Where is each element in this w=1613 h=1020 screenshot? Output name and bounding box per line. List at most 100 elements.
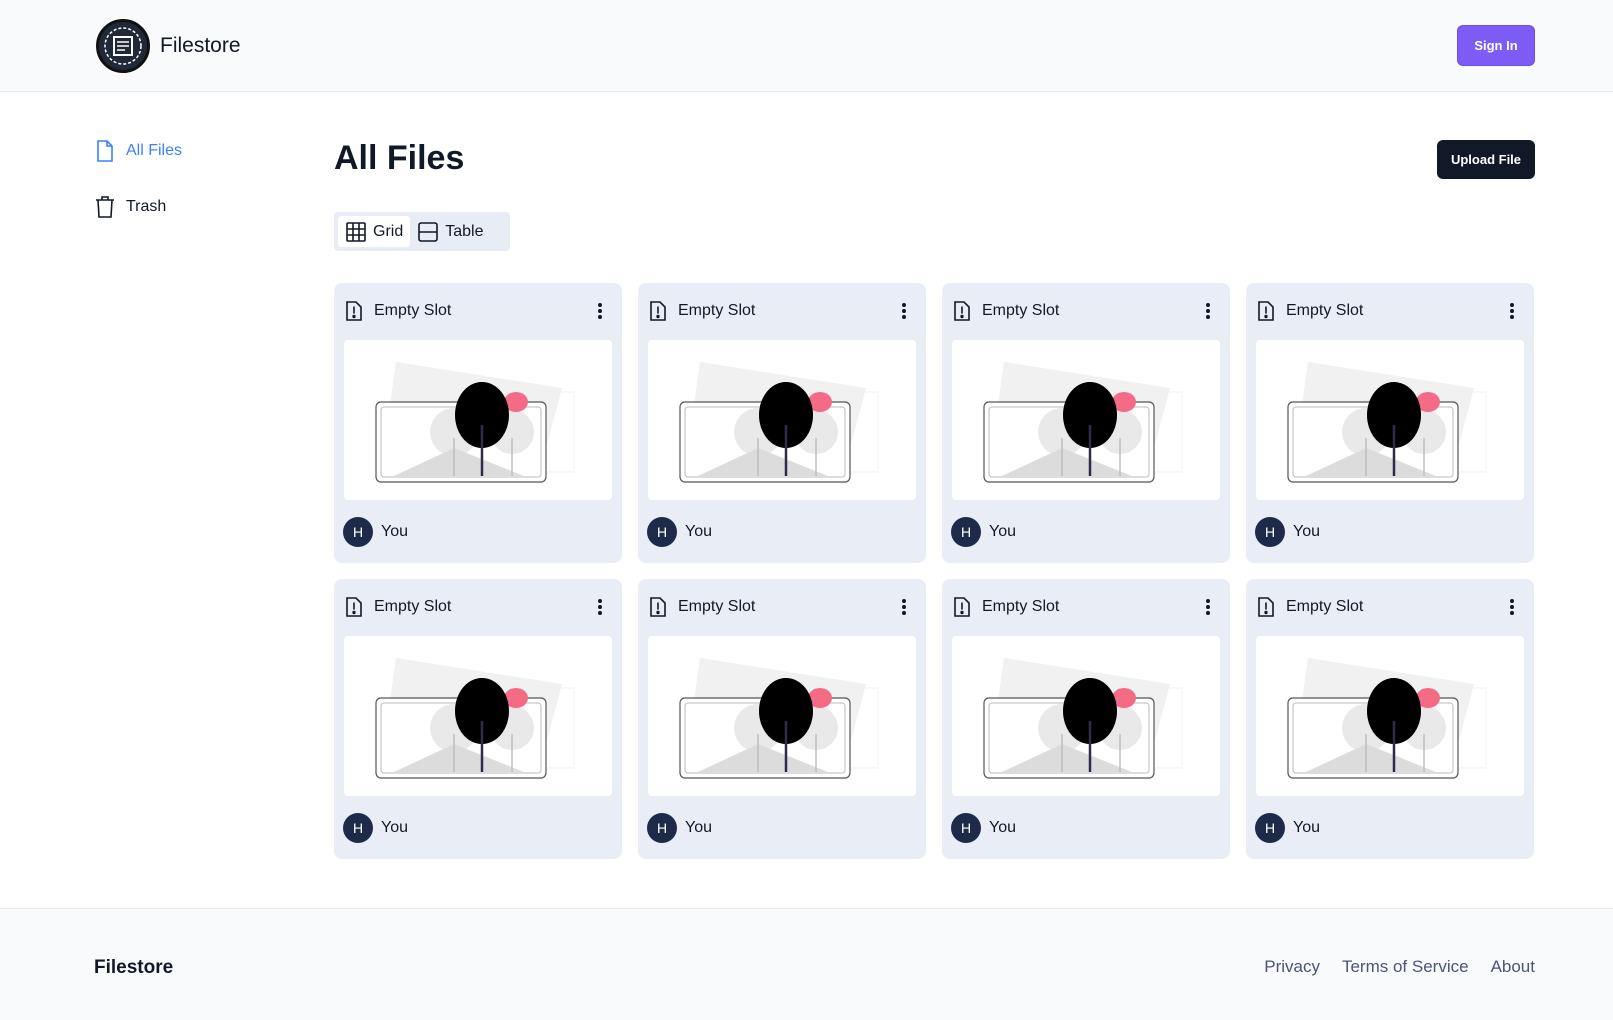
card-owner: H You — [1255, 813, 1320, 843]
grid-view-button[interactable]: Grid — [338, 216, 411, 247]
logo-icon — [96, 19, 150, 73]
file-card[interactable]: Empty Slot H You — [942, 579, 1230, 859]
file-card[interactable]: Empty Slot H You — [1246, 579, 1534, 859]
grid-view-label: Grid — [373, 222, 404, 240]
avatar: H — [1255, 517, 1285, 547]
more-options-icon[interactable] — [588, 299, 612, 323]
file-card[interactable]: Empty Slot H You — [334, 579, 622, 859]
empty-placeholder-image — [1256, 340, 1524, 500]
owner-name: You — [989, 819, 1016, 836]
card-owner: H You — [343, 813, 408, 843]
card-header: Empty Slot — [344, 298, 612, 324]
avatar: H — [647, 517, 677, 547]
file-warning-icon — [1258, 301, 1274, 321]
file-card[interactable]: Empty Slot H You — [334, 283, 622, 563]
more-options-icon[interactable] — [1500, 595, 1524, 619]
avatar: H — [1255, 813, 1285, 843]
sidebar: All Files Trash — [94, 138, 182, 250]
more-options-icon[interactable] — [1196, 299, 1220, 323]
about-link[interactable]: About — [1491, 957, 1535, 977]
card-title: Empty Slot — [374, 598, 452, 615]
sidebar-item-trash[interactable]: Trash — [94, 194, 182, 220]
footer-brand: Filestore — [94, 957, 174, 978]
page-title: All Files — [334, 139, 465, 177]
card-title: Empty Slot — [1286, 598, 1364, 615]
card-owner: H You — [647, 517, 712, 547]
empty-placeholder-image — [648, 340, 916, 500]
file-warning-icon — [346, 301, 362, 321]
avatar: H — [951, 813, 981, 843]
card-title: Empty Slot — [1286, 302, 1364, 319]
brand-name: Filestore — [160, 34, 241, 57]
card-owner: H You — [951, 517, 1016, 547]
sidebar-item-label: Trash — [126, 198, 167, 215]
file-warning-icon — [1258, 597, 1274, 617]
owner-name: You — [685, 523, 712, 540]
footer-links: Privacy Terms of Service About — [1242, 957, 1535, 977]
file-warning-icon — [954, 597, 970, 617]
more-options-icon[interactable] — [588, 595, 612, 619]
card-header: Empty Slot — [952, 298, 1220, 324]
empty-placeholder-image — [344, 636, 612, 796]
file-card[interactable]: Empty Slot H You — [638, 283, 926, 563]
grid-icon — [346, 221, 366, 242]
owner-name: You — [381, 523, 408, 540]
owner-name: You — [381, 819, 408, 836]
sidebar-item-label: All Files — [126, 142, 183, 159]
table-icon — [418, 221, 439, 242]
file-card[interactable]: Empty Slot H You — [1246, 283, 1534, 563]
file-icon — [97, 140, 113, 162]
owner-name: You — [1293, 523, 1320, 540]
card-header: Empty Slot — [952, 594, 1220, 620]
trash-icon — [96, 196, 114, 218]
card-title: Empty Slot — [678, 598, 756, 615]
brand[interactable]: Filestore — [96, 19, 241, 73]
card-owner: H You — [951, 813, 1016, 843]
file-grid: Empty Slot H You Empty Slot H You Empty … — [334, 283, 1535, 859]
empty-placeholder-image — [952, 340, 1220, 500]
file-warning-icon — [954, 301, 970, 321]
privacy-link[interactable]: Privacy — [1264, 957, 1320, 977]
card-header: Empty Slot — [648, 594, 916, 620]
empty-placeholder-image — [952, 636, 1220, 796]
avatar: H — [951, 517, 981, 547]
more-options-icon[interactable] — [892, 299, 916, 323]
sidebar-item-all-files[interactable]: All Files — [94, 138, 182, 164]
owner-name: You — [1293, 819, 1320, 836]
card-header: Empty Slot — [1256, 298, 1524, 324]
sign-in-button[interactable]: Sign In — [1457, 25, 1535, 66]
card-header: Empty Slot — [344, 594, 612, 620]
more-options-icon[interactable] — [892, 595, 916, 619]
upload-file-button[interactable]: Upload File — [1437, 140, 1535, 179]
file-warning-icon — [650, 301, 666, 321]
card-title: Empty Slot — [982, 598, 1060, 615]
card-header: Empty Slot — [648, 298, 916, 324]
file-warning-icon — [650, 597, 666, 617]
file-card[interactable]: Empty Slot H You — [638, 579, 926, 859]
footer: Filestore Privacy Terms of Service About — [0, 908, 1613, 1020]
more-options-icon[interactable] — [1196, 595, 1220, 619]
card-owner: H You — [647, 813, 712, 843]
file-warning-icon — [346, 597, 362, 617]
empty-placeholder-image — [648, 636, 916, 796]
avatar: H — [343, 813, 373, 843]
card-owner: H You — [1255, 517, 1320, 547]
avatar: H — [647, 813, 677, 843]
owner-name: You — [685, 819, 712, 836]
file-card[interactable]: Empty Slot H You — [942, 283, 1230, 563]
owner-name: You — [989, 523, 1016, 540]
view-toggle: Grid Table — [334, 212, 510, 251]
top-header: Filestore Sign In — [0, 0, 1613, 92]
table-view-button[interactable]: Table — [410, 216, 490, 247]
empty-placeholder-image — [344, 340, 612, 500]
card-header: Empty Slot — [1256, 594, 1524, 620]
card-title: Empty Slot — [982, 302, 1060, 319]
avatar: H — [343, 517, 373, 547]
card-title: Empty Slot — [374, 302, 452, 319]
terms-of-service-link[interactable]: Terms of Service — [1342, 957, 1469, 977]
card-owner: H You — [343, 517, 408, 547]
table-view-label: Table — [445, 222, 484, 240]
card-title: Empty Slot — [678, 302, 756, 319]
more-options-icon[interactable] — [1500, 299, 1524, 323]
empty-placeholder-image — [1256, 636, 1524, 796]
